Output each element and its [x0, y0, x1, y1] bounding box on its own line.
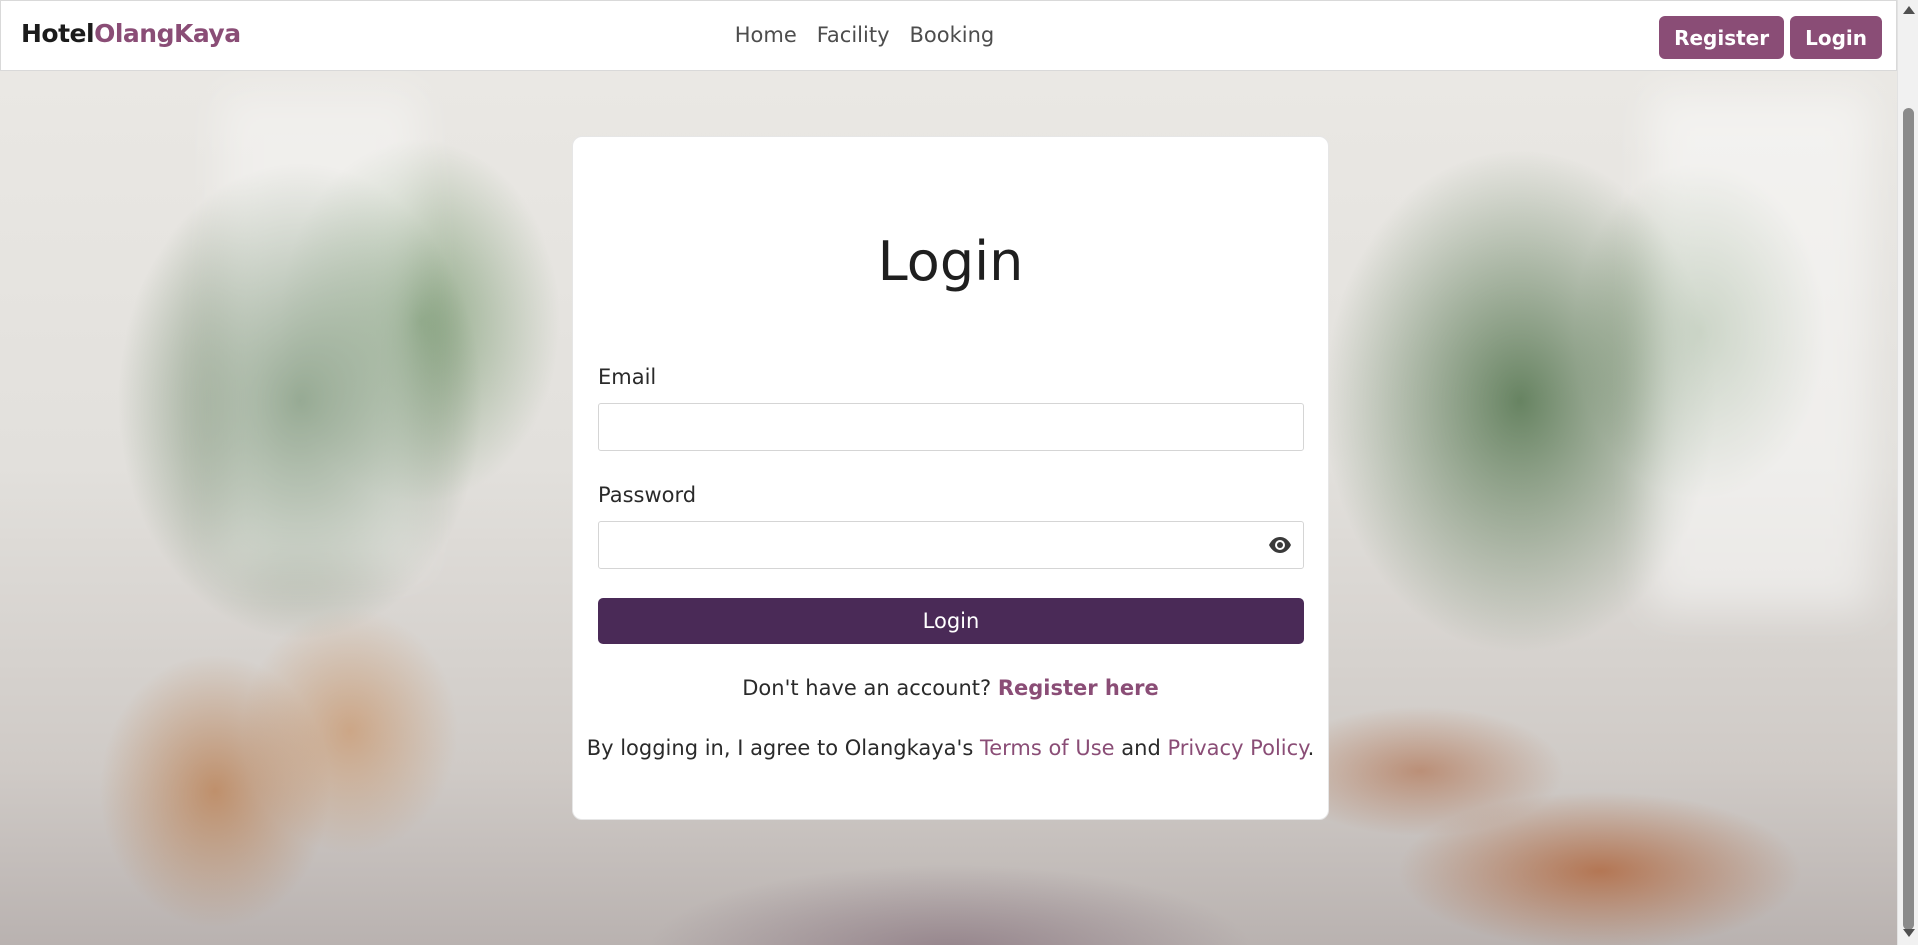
scroll-up-icon[interactable] [1903, 6, 1915, 14]
password-label: Password [598, 483, 697, 507]
signup-prompt-text: Don't have an account? [742, 676, 998, 700]
terms-notice: By logging in, I agree to Olangkaya's Te… [573, 736, 1328, 760]
email-label: Email [598, 365, 657, 389]
navbar: HotelOlangKaya Home Facility Booking Reg… [0, 0, 1897, 71]
terms-prefix: By logging in, I agree to Olangkaya's [586, 736, 980, 760]
terms-of-use-link[interactable]: Terms of Use [980, 736, 1115, 760]
login-submit-button[interactable]: Login [598, 598, 1304, 644]
terms-and: and [1114, 736, 1168, 760]
page-title: Login [877, 230, 1024, 293]
nav-link-home[interactable]: Home [735, 23, 797, 47]
privacy-policy-link[interactable]: Privacy Policy [1167, 736, 1307, 760]
scroll-down-icon[interactable] [1903, 929, 1915, 937]
scroll-thumb[interactable] [1903, 108, 1914, 930]
eye-icon[interactable] [1268, 536, 1292, 554]
nav-buttons: Register Login [1659, 16, 1882, 59]
signup-prompt: Don't have an account? Register here [573, 676, 1328, 700]
nav-link-booking[interactable]: Booking [910, 23, 995, 47]
register-button[interactable]: Register [1659, 16, 1785, 59]
register-here-link[interactable]: Register here [998, 676, 1159, 700]
password-field[interactable] [598, 521, 1304, 569]
login-card: Login Email Password Login Don't have an… [572, 136, 1329, 820]
login-nav-button[interactable]: Login [1790, 16, 1882, 59]
terms-suffix: . [1307, 736, 1315, 760]
nav-link-facility[interactable]: Facility [817, 23, 890, 47]
nav-links: Home Facility Booking [1, 23, 1896, 47]
email-field[interactable] [598, 403, 1304, 451]
scrollbar[interactable] [1897, 0, 1918, 945]
